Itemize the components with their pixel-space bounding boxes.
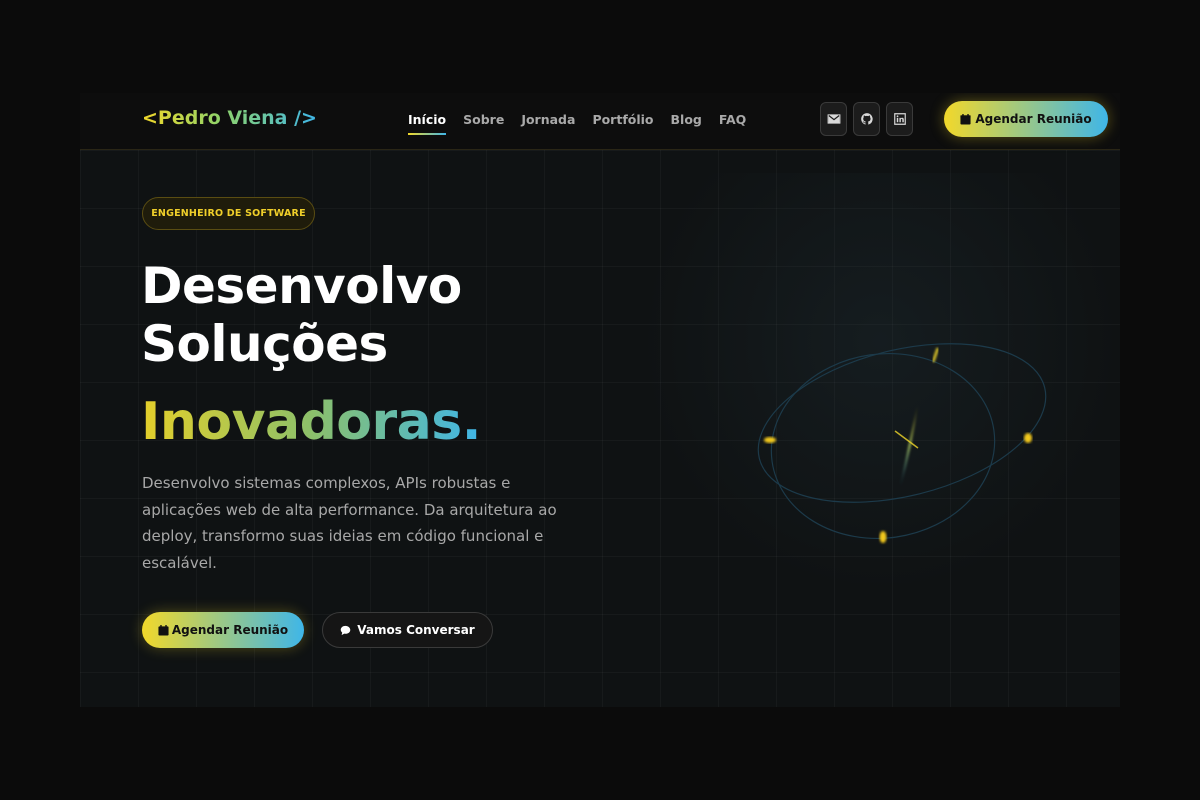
nav-schedule-label: Agendar Reunião <box>975 112 1092 126</box>
github-icon <box>860 113 873 125</box>
chat-bubble-icon <box>341 625 351 635</box>
social-links <box>820 102 913 136</box>
top-navigation: <Pedro Viena /> Início Sobre Jornada Por… <box>80 93 1120 150</box>
top-spark <box>931 347 940 363</box>
role-badge: ENGENHEIRO DE SOFTWARE <box>142 197 315 230</box>
lets-talk-button[interactable]: Vamos Conversar <box>322 612 493 648</box>
main-menu: Início Sobre Jornada Portfólio Blog FAQ <box>408 112 763 135</box>
hero-title-line2: Soluções <box>141 315 388 373</box>
orbit-dot-right <box>1024 433 1032 443</box>
linkedin-icon <box>893 113 906 125</box>
schedule-meeting-button[interactable]: Agendar Reunião <box>142 612 304 648</box>
logo[interactable]: <Pedro Viena /> <box>142 107 317 129</box>
hero-title-line1: Desenvolvo <box>141 257 462 315</box>
nav-schedule-button[interactable]: Agendar Reunião <box>944 101 1108 137</box>
linkedin-button[interactable] <box>886 102 913 136</box>
mail-icon <box>827 114 840 124</box>
menu-item-sobre[interactable]: Sobre <box>463 112 504 135</box>
center-spark <box>894 430 919 449</box>
orbit-ring-inner <box>770 352 996 540</box>
hero-title-accent: Inovadoras. <box>141 392 481 452</box>
menu-item-inicio[interactable]: Início <box>408 112 447 135</box>
orbit-ring-outer <box>757 343 1047 503</box>
hero-title: Desenvolvo Soluções <box>141 257 462 373</box>
orbit-dot-left <box>764 437 776 443</box>
menu-item-portfolio[interactable]: Portfólio <box>592 112 653 135</box>
menu-item-faq[interactable]: FAQ <box>719 112 746 135</box>
calendar-icon <box>960 113 971 125</box>
hero-description: Desenvolvo sistemas complexos, APIs robu… <box>142 474 557 572</box>
page-frame: <Pedro Viena /> Início Sobre Jornada Por… <box>80 93 1120 707</box>
menu-item-blog[interactable]: Blog <box>671 112 702 135</box>
lets-talk-label: Vamos Conversar <box>357 623 475 637</box>
calendar-icon <box>158 624 169 636</box>
orbit-graphic <box>757 343 1047 543</box>
github-button[interactable] <box>853 102 880 136</box>
mail-button[interactable] <box>820 102 847 136</box>
schedule-meeting-label: Agendar Reunião <box>171 623 289 637</box>
menu-item-jornada[interactable]: Jornada <box>521 112 575 135</box>
orbit-dot-bottom <box>879 531 887 543</box>
